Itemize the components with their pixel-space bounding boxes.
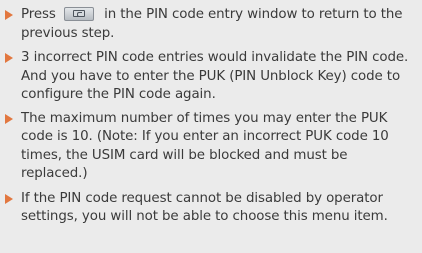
- note-item-puk-limit: The maximum number of times you may ente…: [0, 110, 414, 184]
- note-text: If the PIN code request cannot be disabl…: [21, 190, 388, 225]
- bullet-arrow-icon: [5, 10, 13, 20]
- note-text: The maximum number of times you may ente…: [21, 110, 389, 182]
- bullet-arrow-icon: [5, 113, 13, 124]
- note-item-pin-invalidation: 3 incorrect PIN code entries would inval…: [0, 49, 414, 105]
- note-text: 3 incorrect PIN code entries would inval…: [21, 50, 409, 102]
- note-item-operator-settings: If the PIN code request cannot be disabl…: [0, 190, 414, 227]
- note-text-before-key: Press: [21, 7, 56, 22]
- notes-list: Press in the PIN code entry window to re…: [0, 0, 422, 253]
- bullet-arrow-icon: [5, 193, 13, 204]
- clear-key-icon: [63, 7, 94, 21]
- bullet-arrow-icon: [5, 53, 13, 63]
- note-item-return-step: Press in the PIN code entry window to re…: [0, 6, 414, 43]
